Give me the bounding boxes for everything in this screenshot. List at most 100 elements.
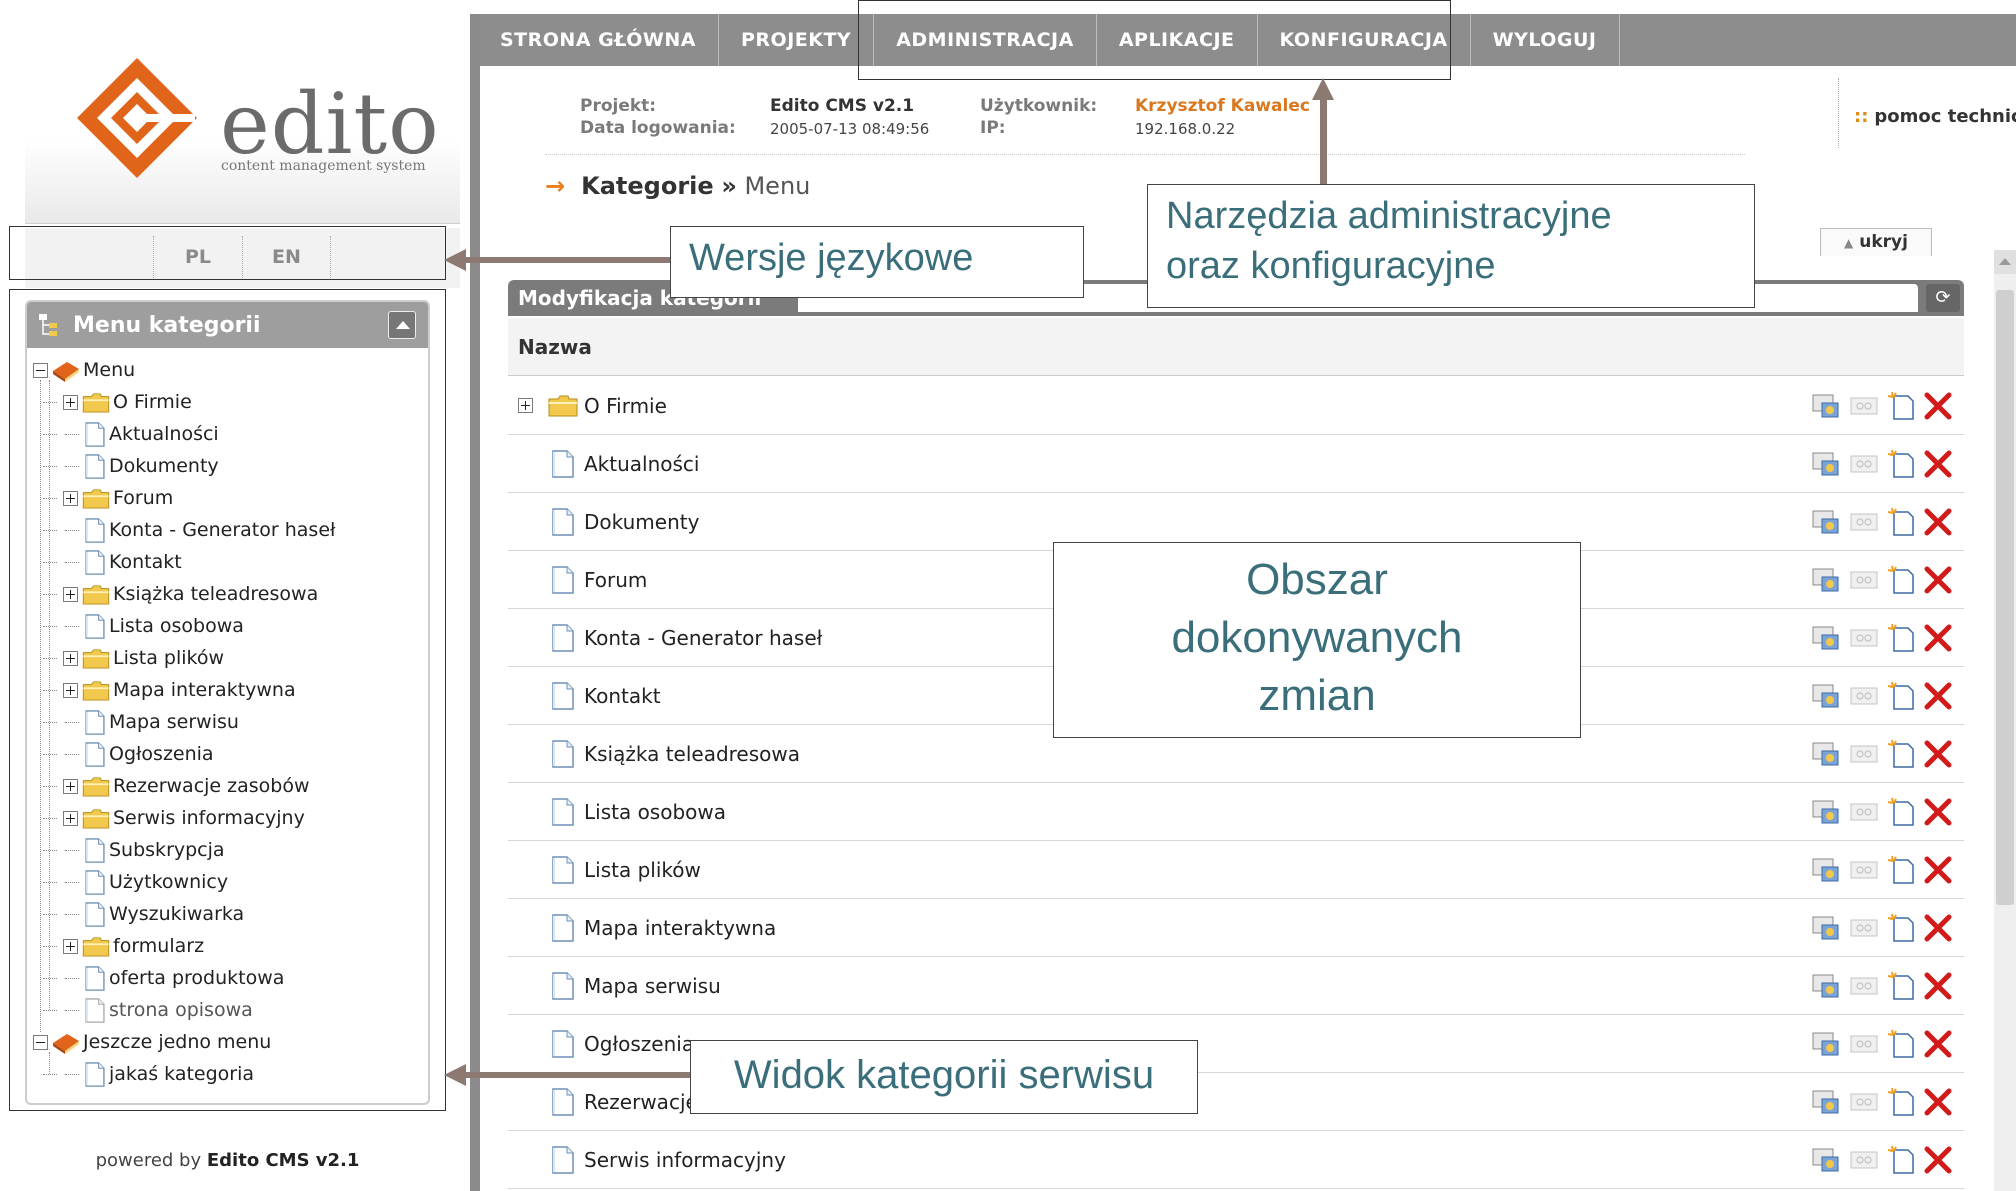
- new-page-icon[interactable]: [1886, 622, 1918, 654]
- preview-icon[interactable]: [1848, 390, 1880, 422]
- preview-icon[interactable]: [1848, 1144, 1880, 1176]
- nav-strona-glowna[interactable]: STRONA GŁÓWNA: [480, 14, 719, 66]
- delete-icon[interactable]: [1922, 622, 1954, 654]
- page-icon: [552, 914, 574, 942]
- table-row[interactable]: Serwis informacyjny: [508, 1131, 1964, 1189]
- edit-properties-icon[interactable]: [1810, 1086, 1842, 1118]
- edit-properties-icon[interactable]: [1810, 680, 1842, 712]
- preview-icon[interactable]: [1848, 912, 1880, 944]
- edit-properties-icon[interactable]: [1810, 506, 1842, 538]
- delete-icon[interactable]: [1922, 1028, 1954, 1060]
- new-page-icon[interactable]: [1886, 1086, 1918, 1118]
- table-row[interactable]: O Firmie: [508, 377, 1964, 435]
- admin-annotation-box: Narzędzia administracyjne oraz konfigura…: [1147, 184, 1755, 308]
- edit-properties-icon[interactable]: [1810, 796, 1842, 828]
- page-icon: [552, 798, 574, 826]
- delete-icon[interactable]: [1922, 680, 1954, 712]
- nav-projekty[interactable]: PROJEKTY: [719, 14, 875, 66]
- edit-properties-icon[interactable]: [1810, 564, 1842, 596]
- powered-by: powered by Edito CMS v2.1: [25, 1150, 430, 1171]
- row-actions: [1810, 1144, 1960, 1176]
- help-link[interactable]: ::pomoc techniczna: [1854, 106, 2016, 127]
- breadcrumb-current: Menu: [744, 172, 811, 200]
- preview-icon[interactable]: [1848, 970, 1880, 1002]
- new-page-icon[interactable]: [1886, 796, 1918, 828]
- breadcrumb-section[interactable]: Kategorie: [581, 172, 714, 200]
- new-page-icon[interactable]: [1886, 390, 1918, 422]
- hide-button[interactable]: ▲ ukryj: [1820, 228, 1932, 256]
- refresh-button[interactable]: ⟳: [1926, 284, 1960, 312]
- hide-label: ukryj: [1859, 232, 1908, 252]
- new-page-icon[interactable]: [1886, 912, 1918, 944]
- table-row[interactable]: Aktualności: [508, 435, 1964, 493]
- edit-properties-icon[interactable]: [1810, 448, 1842, 480]
- edit-properties-icon[interactable]: [1810, 1028, 1842, 1060]
- new-page-icon[interactable]: [1886, 1144, 1918, 1176]
- preview-icon[interactable]: [1848, 680, 1880, 712]
- user-label: Użytkownik:: [980, 96, 1098, 116]
- row-actions: [1810, 448, 1960, 480]
- new-page-icon[interactable]: [1886, 738, 1918, 770]
- new-page-icon[interactable]: [1886, 448, 1918, 480]
- delete-icon[interactable]: [1922, 506, 1954, 538]
- delete-icon[interactable]: [1922, 1144, 1954, 1176]
- preview-icon[interactable]: [1848, 1028, 1880, 1060]
- new-page-icon[interactable]: [1886, 506, 1918, 538]
- table-row[interactable]: Mapa interaktywna: [508, 899, 1964, 957]
- preview-icon[interactable]: [1848, 622, 1880, 654]
- delete-icon[interactable]: [1922, 796, 1954, 828]
- delete-icon[interactable]: [1922, 738, 1954, 770]
- table-row[interactable]: Mapa serwisu: [508, 957, 1964, 1015]
- delete-icon[interactable]: [1922, 970, 1954, 1002]
- preview-icon[interactable]: [1848, 1086, 1880, 1118]
- edit-properties-icon[interactable]: [1810, 1144, 1842, 1176]
- delete-icon[interactable]: [1922, 1086, 1954, 1118]
- new-page-icon[interactable]: [1886, 854, 1918, 886]
- table-row[interactable]: Lista osobowa: [508, 783, 1964, 841]
- project-value: Edito CMS v2.1: [770, 96, 915, 116]
- preview-icon[interactable]: [1848, 506, 1880, 538]
- edit-properties-icon[interactable]: [1810, 738, 1842, 770]
- refresh-icon: ⟳: [1935, 287, 1951, 308]
- new-page-icon[interactable]: [1886, 1028, 1918, 1060]
- row-actions: [1810, 970, 1960, 1002]
- scrollbar-thumb[interactable]: [1996, 290, 2014, 905]
- edit-properties-icon[interactable]: [1810, 622, 1842, 654]
- edit-properties-icon[interactable]: [1810, 390, 1842, 422]
- delete-icon[interactable]: [1922, 564, 1954, 596]
- breadcrumb-arrow-icon: →: [545, 172, 566, 200]
- delete-icon[interactable]: [1922, 854, 1954, 886]
- powered-product: Edito CMS v2.1: [206, 1150, 360, 1171]
- edit-properties-icon[interactable]: [1810, 912, 1842, 944]
- change-area-annotation-box: Obszar dokonywanych zmian: [1053, 542, 1581, 738]
- edit-properties-icon[interactable]: [1810, 970, 1842, 1002]
- row-label: Dokumenty: [584, 510, 700, 534]
- new-page-icon[interactable]: [1886, 680, 1918, 712]
- new-page-icon[interactable]: [1886, 970, 1918, 1002]
- row-label: Mapa serwisu: [584, 974, 721, 998]
- row-label: Mapa interaktywna: [584, 916, 777, 940]
- nav-wyloguj[interactable]: WYLOGUJ: [1471, 14, 1620, 66]
- preview-icon[interactable]: [1848, 448, 1880, 480]
- delete-icon[interactable]: [1922, 448, 1954, 480]
- expand-icon[interactable]: [518, 398, 533, 413]
- row-actions: [1810, 680, 1960, 712]
- row-actions: [1810, 738, 1960, 770]
- preview-icon[interactable]: [1848, 738, 1880, 770]
- new-page-icon[interactable]: [1886, 564, 1918, 596]
- row-actions: [1810, 622, 1960, 654]
- row-actions: [1810, 1086, 1960, 1118]
- delete-icon[interactable]: [1922, 390, 1954, 422]
- table-row[interactable]: Lista plików: [508, 841, 1964, 899]
- preview-icon[interactable]: [1848, 854, 1880, 886]
- preview-icon[interactable]: [1848, 564, 1880, 596]
- preview-icon[interactable]: [1848, 796, 1880, 828]
- delete-icon[interactable]: [1922, 912, 1954, 944]
- scroll-up-button[interactable]: [1994, 250, 2016, 274]
- admin-arrow-line: [1320, 94, 1327, 184]
- login-date-label: Data logowania:: [580, 118, 736, 138]
- edit-properties-icon[interactable]: [1810, 854, 1842, 886]
- folder-icon: [548, 395, 578, 417]
- edito-logo-icon: [77, 58, 197, 178]
- category-annotation-box: Widok kategorii serwisu: [690, 1040, 1198, 1114]
